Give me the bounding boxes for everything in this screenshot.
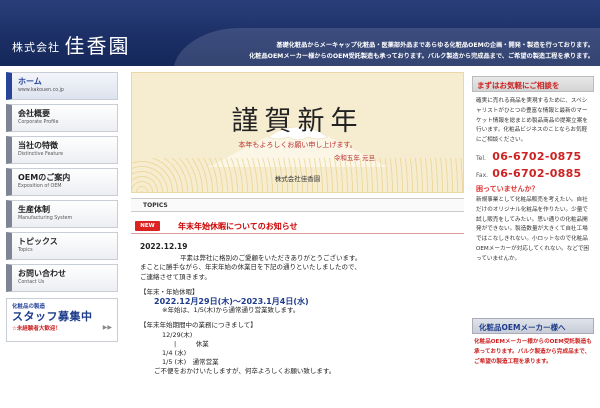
news-paragraph: まことに勝手ながら、年末年始の休業日を下記の通りといたしましたので、 (140, 263, 361, 272)
schedule-label: 【年末年始期間中の業務につきまして】 (140, 321, 257, 330)
trouble-text: 新規事業として化粧品販売を考えたい。自社だけのオリジナル化粧品を作りたい。少量で… (476, 196, 590, 262)
fax-label: Fax. (476, 171, 489, 179)
nav-oem[interactable]: OEMのご案内 Exposition of OEM (6, 168, 118, 196)
tel-label: Tel. (476, 154, 486, 162)
recruit-line-3-text: ☆未経験者大歓迎！ (12, 326, 61, 332)
nav-sublabel: Topics (18, 248, 33, 253)
new-year-banner: 謹賀新年 本年もよろしくお願い申し上げます。 令和五年 元旦 株式会社佳香園 (131, 72, 464, 193)
recruit-banner[interactable]: 化粧品の製造 スタッフ募集中 ☆未経験者大歓迎！ ▶▶ (6, 298, 118, 342)
holiday-dates: 2022.12月29日(木)～2023.1月4日(水) (154, 297, 309, 307)
schedule-line: 1/4 (水) (162, 349, 187, 358)
site-header: 株式会社 佳香園 基礎化粧品からメーキャップ化粧品・医薬部外品まであらゆる化粧品… (0, 0, 600, 66)
consult-text: 確実に売れる商品を実現するために、スペシャリストがひとつの豊富な情報と最新のマー… (476, 98, 588, 144)
news-title[interactable]: 年末年始休暇についてのお知らせ (178, 221, 298, 232)
tagline-line-2: 化粧品OEMメーカー様からのOEM受託製造も承っております。バルク製造から完成品… (249, 53, 594, 60)
holiday-label: 【年末・年始休暇】 (140, 287, 199, 296)
nav-company-profile[interactable]: 会社概要 Corporate Profile (6, 104, 118, 132)
logo-small-text: 株式会社 (12, 41, 60, 54)
nav-sublabel: Manufacturing System (18, 216, 73, 221)
trouble-title: 困っていませんか？ (476, 184, 539, 193)
greeting-company: 株式会社佳香園 (274, 175, 321, 183)
news-closing: ご不便をおかけいたしますが、何卒よろしくお願い致します。 (154, 367, 336, 376)
nav-features[interactable]: 当社の特徴 Distinctive Feature (6, 136, 118, 164)
site-logo[interactable]: 株式会社 佳香園 (12, 30, 131, 59)
nav-label: トピックス (18, 237, 58, 246)
nav-sublabel: Contact Us (18, 280, 45, 285)
nav-sublabel: www.kakouen.co.jp (18, 88, 64, 93)
fax-number: 06-6702-0885 (492, 166, 582, 180)
header-tagline: 基礎化粧品からメーキャップ化粧品・医薬部外品まであらゆる化粧品OEMの企画・開発… (194, 40, 594, 62)
news-body: 2022.12.19 平素は弊社に格別のご愛顧をいただきありがとうございます。 … (140, 242, 460, 377)
sidebar-nav: ホーム www.kakouen.co.jp 会社概要 Corporate Pro… (6, 72, 118, 342)
new-badge: NEW (135, 221, 160, 231)
greeting-message: 本年もよろしくお願い申し上げます。 (238, 141, 357, 149)
nav-sublabel: Distinctive Feature (18, 152, 64, 157)
news-paragraph: ご連絡させて頂きます。 (140, 272, 211, 281)
nav-label: 会社概要 (18, 109, 50, 118)
greeting-title: 謹賀新年 (231, 106, 364, 137)
recruit-line-3: ☆未経験者大歓迎！ ▶▶ (12, 324, 112, 332)
double-arrow-icon: ▶▶ (102, 324, 112, 331)
nav-label: お問い合わせ (18, 269, 66, 278)
greeting-era: 令和五年 元旦 (333, 154, 375, 162)
logo-name: 佳香園 (64, 34, 131, 58)
tagline-line-1: 基礎化粧品からメーキャップ化粧品・医薬部外品まであらゆる化粧品OEMの企画・開発… (276, 42, 594, 49)
topics-label: TOPICS (143, 202, 168, 209)
schedule-line: | 休業 (174, 339, 209, 348)
consult-header: まずはお気軽にご相談を (472, 76, 594, 92)
nav-home[interactable]: ホーム www.kakouen.co.jp (6, 72, 118, 100)
news-item-header[interactable]: NEW 年末年始休暇についてのお知らせ (131, 220, 464, 234)
fax-row: Fax. 06-6702-0885 (472, 167, 594, 180)
oem-title: 化粧品OEMメーカー様へ (479, 323, 566, 332)
nav-label: OEMのご案内 (18, 173, 71, 182)
recruit-line-1: 化粧品の製造 (12, 304, 46, 310)
schedule-line: 12/29(木) (162, 330, 193, 339)
nav-label: 当社の特徴 (18, 141, 58, 150)
right-sidebar: まずはお気軽にご相談を 確実に売れる商品を実現するために、スペシャリストがひとつ… (472, 76, 594, 265)
tel-row: Tel. 06-6702-0875 (472, 150, 594, 163)
nav-manufacturing[interactable]: 生産体制 Manufacturing System (6, 200, 118, 228)
topics-header: TOPICS (131, 198, 464, 212)
nav-contact[interactable]: お問い合わせ Contact Us (6, 264, 118, 292)
nav-sublabel: Corporate Profile (18, 120, 59, 125)
news-date: 2022.12.19 (140, 242, 188, 251)
nav-label: 生産体制 (18, 205, 50, 214)
tel-number[interactable]: 06-6702-0875 (492, 150, 581, 163)
oem-manufacturer-link[interactable]: 化粧品OEMメーカー様へ (472, 318, 594, 334)
nav-sublabel: Exposition of OEM (18, 184, 62, 189)
recruit-line-2: スタッフ募集中 (12, 310, 93, 323)
nav-label: ホーム (18, 77, 42, 86)
oem-text: 化粧品OEMメーカー様からのOEM受託製造も承っております。バルク製造から完成品… (474, 339, 592, 365)
holiday-note: ※年始は、1/5(木)から通常通り営業致します。 (162, 306, 300, 315)
nav-topics[interactable]: トピックス Topics (6, 232, 118, 260)
